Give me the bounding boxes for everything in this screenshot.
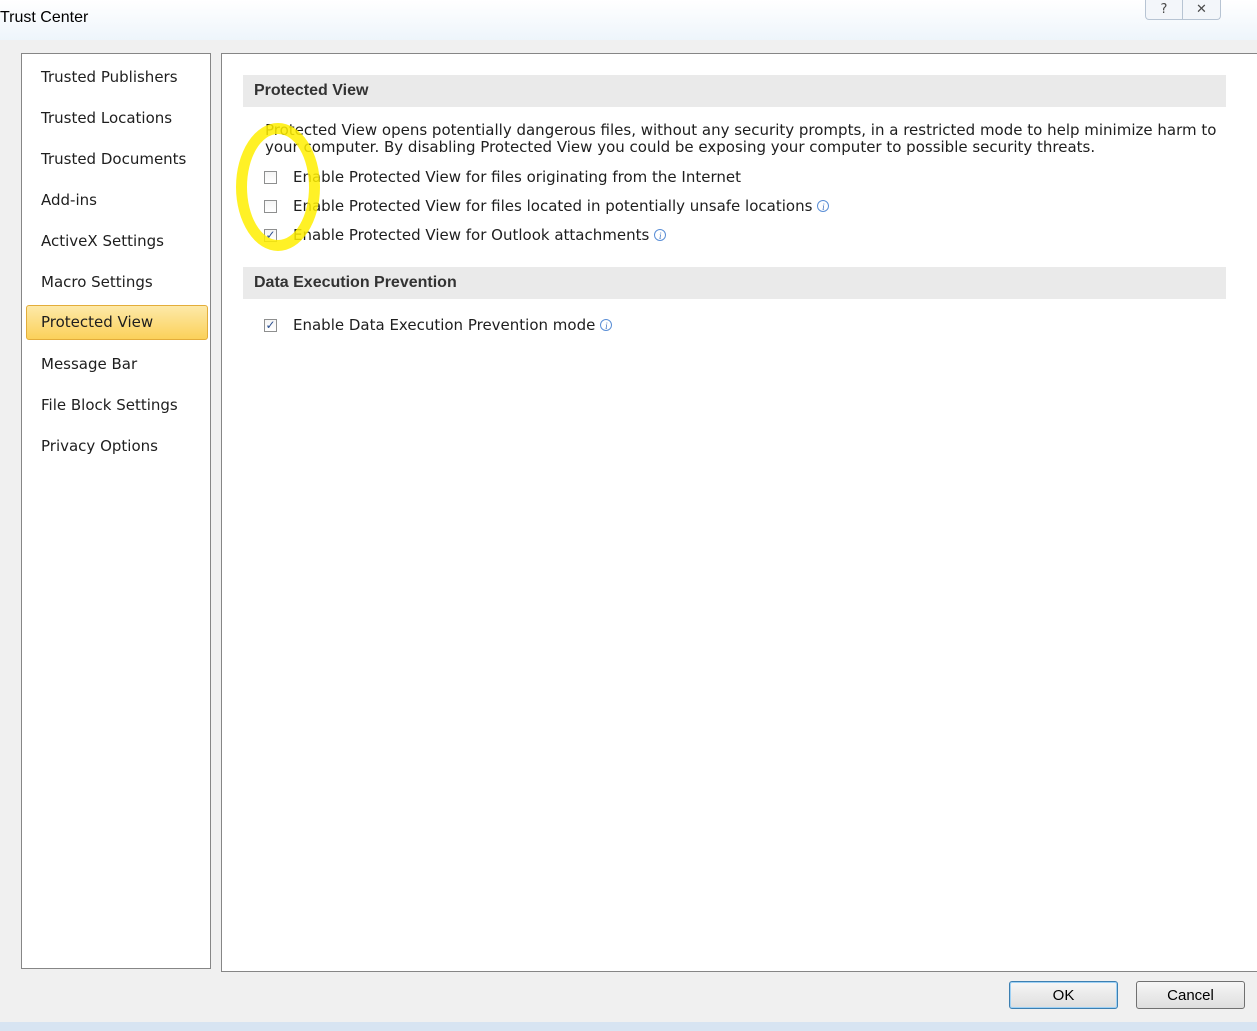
nav-item-activex-settings[interactable]: ActiveX Settings	[26, 224, 208, 259]
nav-item-trusted-publishers[interactable]: Trusted Publishers	[26, 60, 208, 95]
check-icon: ✓	[265, 317, 276, 332]
checkbox-dep-mode[interactable]: ✓	[264, 317, 277, 332]
info-icon[interactable]: i	[817, 200, 830, 212]
option-dep-mode[interactable]: ✓ Enable Data Execution Prevention mode …	[264, 315, 613, 335]
window-title: Trust Center	[0, 9, 89, 26]
option-outlook-attachments[interactable]: ✓ Enable Protected View for Outlook atta…	[264, 225, 667, 245]
nav-item-trusted-documents[interactable]: Trusted Documents	[26, 142, 208, 177]
help-icon: ?	[1160, 2, 1168, 17]
protected-view-description: Protected View opens potentially dangero…	[265, 121, 1217, 156]
dep-header: Data Execution Prevention	[243, 267, 1226, 299]
checkbox-internet-files[interactable]	[264, 170, 277, 184]
nav-item-message-bar[interactable]: Message Bar	[26, 347, 208, 382]
option-unsafe-locations[interactable]: Enable Protected View for files located …	[264, 196, 830, 216]
nav-item-trusted-locations[interactable]: Trusted Locations	[26, 101, 208, 136]
check-icon: ✓	[265, 227, 276, 242]
protected-view-header: Protected View	[243, 75, 1226, 107]
info-icon[interactable]: i	[600, 319, 613, 331]
ok-button[interactable]: OK	[1009, 981, 1118, 1009]
close-icon: ✕	[1196, 2, 1207, 17]
nav-item-privacy-options[interactable]: Privacy Options	[26, 429, 208, 464]
nav-item-protected-view[interactable]: Protected View	[26, 305, 208, 340]
option-dep-mode-label: Enable Data Execution Prevention mode	[293, 316, 596, 334]
option-unsafe-locations-label: Enable Protected View for files located …	[293, 197, 813, 215]
category-nav: Trusted Publishers Trusted Locations Tru…	[21, 53, 211, 969]
cancel-button[interactable]: Cancel	[1136, 981, 1245, 1009]
settings-panel: Protected View Protected View opens pote…	[221, 53, 1257, 972]
option-outlook-attachments-label: Enable Protected View for Outlook attach…	[293, 226, 650, 244]
option-internet-files[interactable]: Enable Protected View for files originat…	[264, 167, 741, 187]
nav-item-macro-settings[interactable]: Macro Settings	[26, 265, 208, 300]
option-internet-files-label: Enable Protected View for files originat…	[293, 168, 741, 186]
nav-item-file-block-settings[interactable]: File Block Settings	[26, 388, 208, 423]
checkbox-unsafe-locations[interactable]	[264, 199, 277, 213]
nav-item-add-ins[interactable]: Add-ins	[26, 183, 208, 218]
close-button[interactable]: ✕	[1183, 0, 1221, 20]
help-button[interactable]: ?	[1145, 0, 1183, 20]
checkbox-outlook-attachments[interactable]: ✓	[264, 227, 277, 242]
bottom-border	[0, 1022, 1257, 1031]
title-bar: Trust Center ? ✕	[0, 0, 1257, 40]
info-icon[interactable]: i	[654, 229, 667, 241]
